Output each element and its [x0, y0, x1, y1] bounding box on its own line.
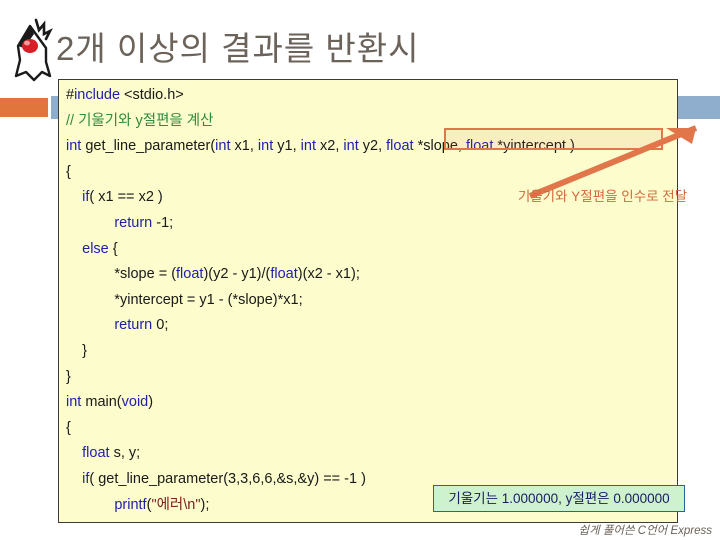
code-line: return 0;: [114, 317, 169, 334]
code-line: if( x1 == x2 ): [82, 189, 163, 206]
code-line: // 기울기와 y절편을 계산: [66, 112, 214, 129]
decor-bar-blue-right: [676, 96, 720, 119]
code-line: int get_line_parameter(int x1, int y1, i…: [66, 138, 575, 155]
slide-title: 2개 이상의 결과를 반환시: [56, 30, 420, 67]
code-line: #include <stdio.h>: [66, 87, 184, 103]
code-line: else {: [82, 240, 118, 257]
code-line: }: [66, 342, 87, 359]
code-listing: #include <stdio.h> // 기울기와 y절편을 계산 int get…: [66, 83, 575, 522]
slide-canvas: 2개 이상의 결과를 반환시 #include <stdio.h> // 기울기와…: [0, 0, 720, 540]
code-line: *yintercept = y1 - (*slope)*x1;: [66, 291, 303, 308]
code-line: return -1;: [114, 214, 174, 231]
code-panel: #include <stdio.h> // 기울기와 y절편을 계산 int get…: [58, 79, 678, 523]
code-line: int main(void): [66, 394, 154, 411]
code-line: *slope = (float)(y2 - y1)/(float)(x2 - x…: [66, 266, 360, 283]
code-line: {: [66, 419, 71, 436]
code-line: }: [66, 368, 71, 385]
annotation-text: 기울기와 Y절편을 인수로 전달: [517, 189, 688, 204]
program-output-box: 기울기는 1.000000, y절편은 0.000000: [433, 485, 685, 512]
java-duke-logo-icon: [14, 18, 53, 82]
code-line: else: [66, 518, 575, 522]
code-line: {: [66, 163, 71, 180]
decor-bar-orange: [0, 98, 48, 117]
code-line: float s, y;: [82, 445, 141, 462]
footer-text: 쉽게 풀어쓴 C언어 Express: [578, 525, 713, 537]
